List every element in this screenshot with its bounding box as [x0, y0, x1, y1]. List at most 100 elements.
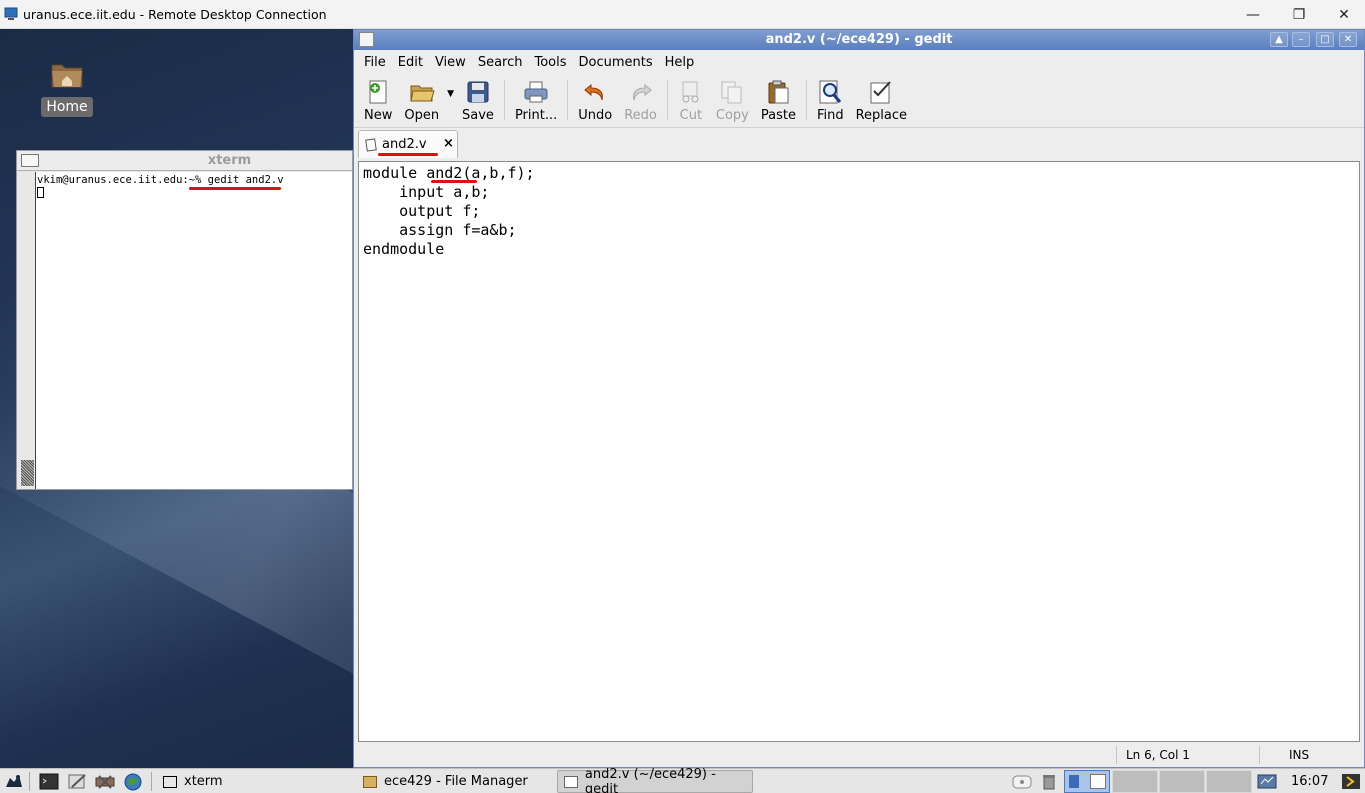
- xterm-title: xterm: [207, 153, 252, 168]
- replace-button[interactable]: Replace: [850, 77, 913, 123]
- code-line: output f;: [363, 202, 481, 220]
- window-maximize-icon[interactable]: □: [1316, 32, 1334, 47]
- print-button[interactable]: Print...: [509, 77, 563, 123]
- xterm-prompt-line: vkim@uranus.ece.iit.edu:~% gedit and2.v: [37, 174, 284, 186]
- annotation-underline-module-name: [431, 180, 477, 183]
- remote-desktop-icon: [4, 7, 18, 20]
- menu-help[interactable]: Help: [659, 55, 701, 70]
- undo-button[interactable]: Undo: [572, 77, 618, 123]
- copy-button[interactable]: Copy: [710, 77, 755, 123]
- code-line: module and2(a,b,f);: [363, 164, 535, 182]
- logout-icon[interactable]: [1340, 772, 1362, 791]
- web-browser-globe-icon[interactable]: [122, 772, 144, 791]
- task-label: ece429 - File Manager: [384, 774, 528, 789]
- task-file-manager[interactable]: ece429 - File Manager: [357, 770, 553, 793]
- print-label: Print...: [514, 108, 558, 123]
- rdp-close-button[interactable]: ✕: [1321, 0, 1365, 29]
- status-separator: [1259, 746, 1260, 764]
- terminal-cursor: [37, 187, 44, 198]
- find-button[interactable]: Find: [811, 77, 850, 123]
- panel-separator: [29, 772, 30, 791]
- open-label: Open: [404, 108, 440, 123]
- replace-label: Replace: [855, 108, 908, 123]
- save-button[interactable]: Save: [456, 77, 500, 123]
- chevron-down-icon: ▼: [447, 89, 455, 99]
- paste-label: Paste: [760, 108, 796, 123]
- open-button[interactable]: Open: [398, 77, 445, 123]
- task-label: and2.v (~/ece429) - gedit: [584, 766, 716, 793]
- new-label: New: [364, 108, 393, 123]
- rdp-restore-button[interactable]: ❐: [1276, 0, 1322, 29]
- rdp-window-title: uranus.ece.iit.edu - Remote Desktop Conn…: [23, 7, 327, 22]
- home-folder-icon: [51, 64, 83, 88]
- display-settings-icon[interactable]: [1256, 772, 1278, 791]
- gedit-title: and2.v (~/ece429) - gedit: [765, 32, 953, 47]
- redo-icon: [632, 83, 652, 101]
- window-minimize-icon[interactable]: –: [1292, 32, 1310, 47]
- find-replace-icon: [870, 81, 892, 104]
- status-bar: Ln 6, Col 1 INS: [354, 743, 1364, 767]
- menu-file[interactable]: File: [358, 55, 392, 70]
- home-desktop-icon[interactable]: Home: [41, 59, 93, 117]
- editor-launcher-icon[interactable]: [66, 772, 88, 791]
- code-editor[interactable]: module and2(a,b,f); input a,b; output f;…: [358, 161, 1360, 742]
- xterm-scrollbar[interactable]: [21, 460, 34, 486]
- code-line: input a,b;: [363, 183, 490, 201]
- copy-icon: [721, 81, 742, 104]
- find-magnifier-icon: [819, 80, 842, 104]
- menu-search[interactable]: Search: [472, 55, 529, 70]
- workspace-2[interactable]: [1112, 770, 1158, 793]
- gedit-title-bar[interactable]: and2.v (~/ece429) - gedit ▲ – □ ✕: [354, 30, 1364, 50]
- redo-button[interactable]: Redo: [618, 77, 663, 123]
- tab-label: and2.v: [382, 137, 427, 152]
- undo-icon: [584, 83, 604, 101]
- window-icon: [163, 775, 177, 788]
- new-button[interactable]: New: [358, 77, 398, 123]
- open-folder-icon: [410, 85, 435, 102]
- xterm-window[interactable]: xterm vkim@uranus.ece.iit.edu:~% gedit a…: [16, 150, 353, 490]
- workspace-window-thumb: [1090, 774, 1106, 789]
- settings-launcher-icon[interactable]: [94, 772, 116, 791]
- toolbar-separator: [666, 80, 668, 120]
- workspace-3[interactable]: [1159, 770, 1205, 793]
- workspace-window-thumb: [1069, 775, 1079, 788]
- task-label: xterm: [184, 774, 223, 789]
- tab-close-icon[interactable]: ×: [443, 136, 454, 151]
- cut-button[interactable]: Cut: [672, 77, 710, 123]
- applications-menu-icon[interactable]: [3, 772, 25, 791]
- gedit-window[interactable]: and2.v (~/ece429) - gedit ▲ – □ ✕ File E…: [353, 29, 1365, 768]
- window-shade-icon[interactable]: ▲: [1270, 32, 1288, 47]
- task-xterm[interactable]: xterm: [157, 770, 353, 793]
- menu-tools[interactable]: Tools: [528, 55, 572, 70]
- window-close-icon[interactable]: ✕: [1339, 32, 1357, 47]
- annotation-underline-tab: [378, 153, 438, 156]
- clock[interactable]: 16:07: [1291, 774, 1328, 789]
- workspace-1[interactable]: [1064, 770, 1110, 793]
- task-gedit[interactable]: and2.v (~/ece429) - gedit: [557, 766, 753, 793]
- insert-mode-indicator: INS: [1289, 748, 1310, 762]
- paste-clipboard-icon: [768, 80, 789, 104]
- menu-documents[interactable]: Documents: [573, 55, 659, 70]
- find-label: Find: [816, 108, 844, 123]
- redo-label: Redo: [624, 108, 657, 123]
- status-separator: [1116, 746, 1117, 764]
- open-recent-dropdown[interactable]: ▼: [445, 77, 456, 123]
- folder-icon: [363, 775, 377, 788]
- trash-icon[interactable]: [1040, 772, 1058, 791]
- workspace-4[interactable]: [1206, 770, 1252, 793]
- cursor-position: Ln 6, Col 1: [1126, 748, 1190, 762]
- removable-media-icon[interactable]: [1010, 772, 1034, 791]
- xterm-terminal[interactable]: vkim@uranus.ece.iit.edu:~% gedit and2.v: [35, 172, 352, 489]
- home-label: Home: [41, 97, 93, 117]
- text-editor-icon: [564, 775, 578, 788]
- xterm-title-bar[interactable]: xterm: [17, 151, 352, 171]
- terminal-launcher-icon[interactable]: [38, 772, 60, 791]
- rdp-minimize-button[interactable]: —: [1230, 0, 1276, 29]
- copy-label: Copy: [715, 108, 749, 123]
- new-document-icon: [369, 80, 387, 104]
- menu-view[interactable]: View: [429, 55, 472, 70]
- paste-button[interactable]: Paste: [755, 77, 802, 123]
- printer-icon: [524, 81, 548, 103]
- menu-edit[interactable]: Edit: [392, 55, 429, 70]
- rdp-title-bar: uranus.ece.iit.edu - Remote Desktop Conn…: [0, 0, 1365, 29]
